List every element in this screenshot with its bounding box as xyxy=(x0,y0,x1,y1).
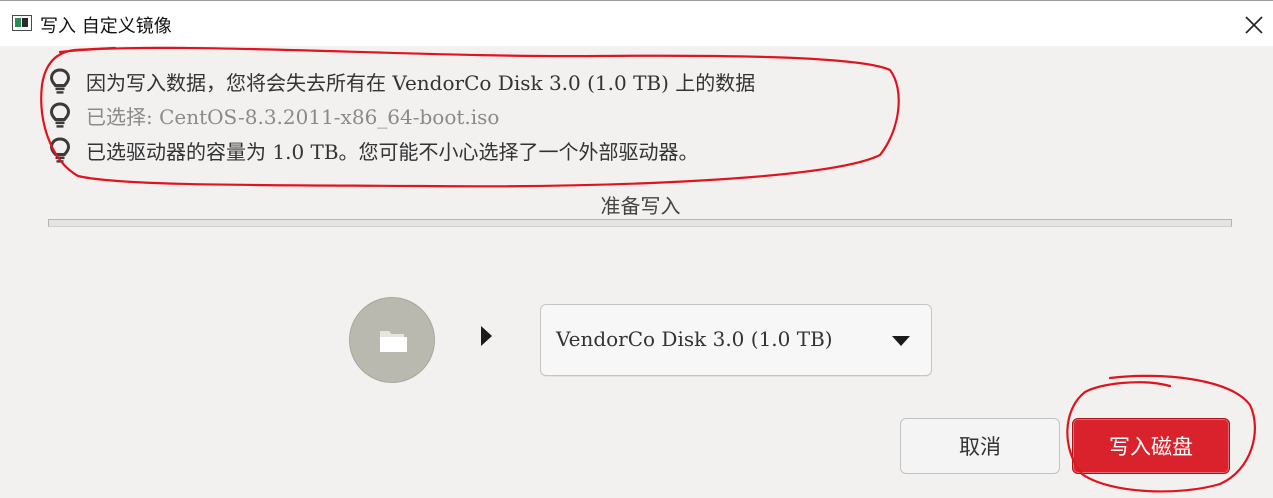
cancel-button[interactable]: 取消 xyxy=(900,418,1060,474)
dialog-content: 因为写入数据，您将会失去所有在 VendorCo Disk 3.0 (1.0 T… xyxy=(0,46,1273,498)
close-button[interactable] xyxy=(1236,9,1272,41)
arrow-right-icon xyxy=(481,326,492,346)
lightbulb-icon xyxy=(49,102,71,128)
status-label: 准备写入 xyxy=(600,194,681,218)
write-to-disk-button[interactable]: 写入磁盘 xyxy=(1072,418,1230,474)
message-text: 已选驱动器的容量为 1.0 TB。您可能不小心选择了一个外部驱动器。 xyxy=(86,139,699,164)
title-bar: 写入 自定义镜像 xyxy=(0,0,1273,46)
folder-icon xyxy=(380,331,407,352)
message-text: 因为写入数据，您将会失去所有在 VendorCo Disk 3.0 (1.0 T… xyxy=(86,70,756,95)
lightbulb-icon xyxy=(49,68,71,94)
warning-message-drive-capacity: 已选驱动器的容量为 1.0 TB。您可能不小心选择了一个外部驱动器。 xyxy=(48,135,699,165)
app-icon xyxy=(12,15,32,31)
info-message-selected-image: 已选择: CentOS-8.3.2011-x86_64-boot.iso xyxy=(48,100,499,130)
source-image-button[interactable] xyxy=(349,297,435,383)
warning-message-data-loss: 因为写入数据，您将会失去所有在 VendorCo Disk 3.0 (1.0 T… xyxy=(48,66,755,96)
window-title: 写入 自定义镜像 xyxy=(40,16,172,37)
drive-dropdown[interactable]: VendorCo Disk 3.0 (1.0 TB) xyxy=(540,304,932,376)
lightbulb-icon xyxy=(49,137,71,163)
close-icon xyxy=(1245,16,1263,34)
chevron-down-icon xyxy=(892,336,910,346)
drive-dropdown-value: VendorCo Disk 3.0 (1.0 TB) xyxy=(556,327,833,351)
message-text: 已选择: CentOS-8.3.2011-x86_64-boot.iso xyxy=(86,104,500,129)
progress-bar xyxy=(48,219,1232,227)
